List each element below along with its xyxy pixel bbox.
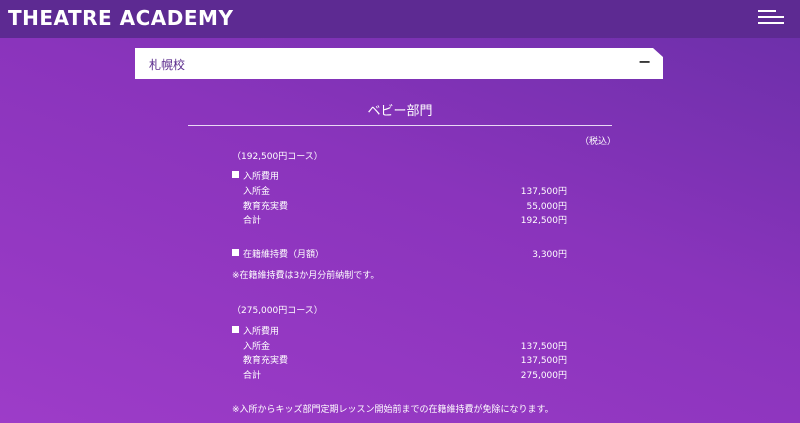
hamburger-menu-icon[interactable] [758,8,784,26]
course-note: ※在籍維持費は3か月分前納制です。 [232,271,380,281]
fee-group-label: 入所費用 [243,327,280,337]
square-bullet-icon [232,171,239,178]
maintenance-fee-label: 在籍維持費（月額） [243,250,325,260]
accordion-sapporo[interactable]: 札幌校 − [135,48,663,79]
maintenance-fee-amount: 3,300円 [532,250,567,260]
fee-row-amount: 55,000円 [526,202,568,212]
fee-row-label: 教育充実費 [243,202,289,212]
fee-row-label: 教育充実費 [243,356,289,366]
fee-row-amount: 275,000円 [520,371,567,381]
fee-row-label: 合計 [243,371,262,381]
collapse-icon[interactable]: − [638,52,651,71]
fee-row-label: 合計 [243,216,262,226]
fee-row-amount: 192,500円 [520,216,567,226]
fee-row-label: 入所金 [243,187,271,197]
square-bullet-icon [232,249,239,256]
fee-group-label: 入所費用 [243,172,280,182]
course-title: （192,500円コース） [232,152,323,162]
fee-row-amount: 137,500円 [520,356,567,366]
fee-row-amount: 137,500円 [520,342,567,352]
fee-row-amount: 137,500円 [520,187,567,197]
course-note: ※入所からキッズ部門定期レッスン開始前までの在籍維持費が免除になります。 [232,405,554,415]
tax-included-note: （税込） [580,137,617,147]
square-bullet-icon [232,326,239,333]
fee-row-label: 入所金 [243,342,271,352]
accordion-title: 札幌校 [149,58,186,72]
site-logo[interactable]: THEATRE ACADEMY [8,6,233,30]
section-title: ベビー部門 [367,104,433,119]
course-title: （275,000円コース） [232,306,323,316]
section-divider [188,125,612,126]
site-header: THEATRE ACADEMY [0,0,800,38]
